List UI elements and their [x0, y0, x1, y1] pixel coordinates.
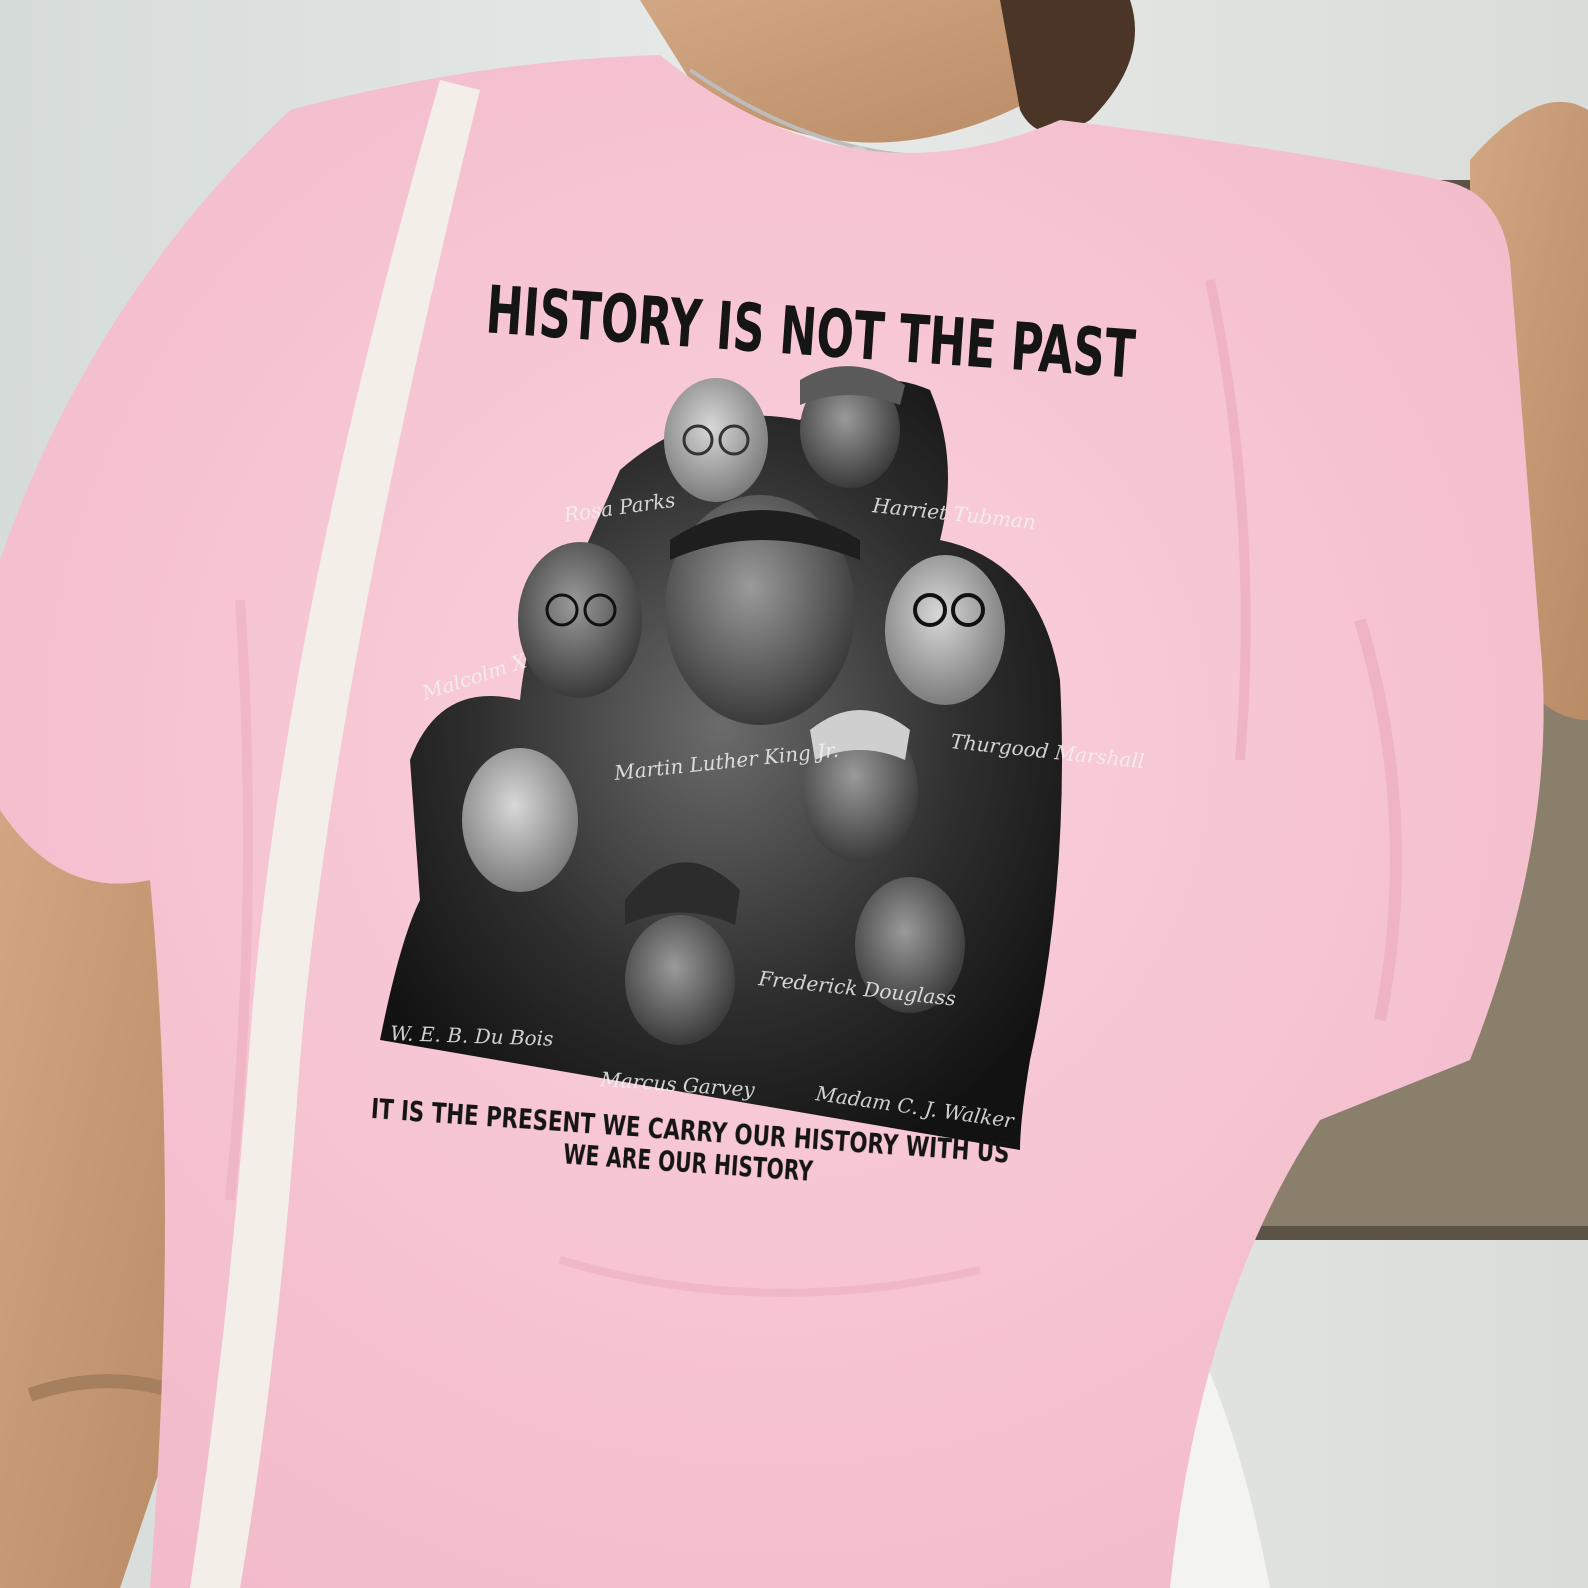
portrait-head	[855, 877, 965, 1013]
portrait-head	[885, 555, 1005, 705]
portrait-head	[664, 378, 768, 502]
portrait-head	[625, 915, 735, 1045]
portrait-head	[518, 542, 642, 698]
portrait-head	[462, 748, 578, 892]
photo-scene	[0, 0, 1588, 1588]
